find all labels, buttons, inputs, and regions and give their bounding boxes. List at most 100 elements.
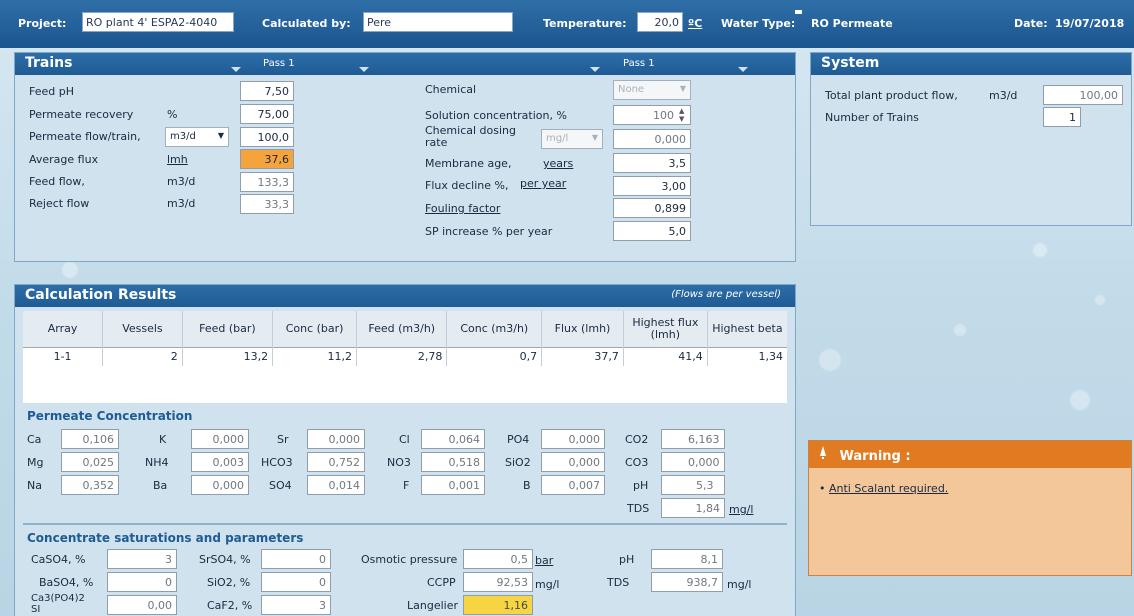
table-header-row: Array Vessels Feed (bar) Conc (bar) Feed…: [23, 311, 787, 347]
permeate-flow-label: Permeate flow/train,: [29, 130, 141, 143]
fouling-factor-input[interactable]: 0,899: [613, 198, 691, 218]
temperature-label: Temperature:: [543, 17, 627, 30]
section-divider: [23, 523, 787, 525]
warning-message-link[interactable]: Anti Scalant required.: [829, 482, 948, 495]
permeate-recovery-input[interactable]: 75,00: [240, 104, 294, 124]
srso4-label: SrSO4, %: [199, 553, 251, 566]
results-header: Calculation Results (Flows are per vesse…: [15, 285, 795, 307]
spinner-icon[interactable]: ▲ ▼: [679, 107, 684, 123]
ion-value-na: 0,352: [61, 475, 119, 495]
caso4-value: 3: [107, 549, 177, 569]
concentrate-ph-value: 8,1: [651, 549, 723, 569]
flux-decline-input[interactable]: 3,00: [613, 176, 691, 196]
permeate-flow-input[interactable]: 100,0: [240, 127, 294, 147]
ion-label-nh4: NH4: [145, 456, 169, 469]
flux-decline-unit-link[interactable]: per year: [520, 177, 566, 190]
feed-flow-value: 133,3: [240, 172, 294, 192]
sp-increase-input[interactable]: 5,0: [613, 221, 691, 241]
permeate-flow-unit-select[interactable]: m3/d ▼: [165, 127, 229, 147]
temperature-input[interactable]: [637, 12, 683, 32]
table-cell: 37,7: [541, 346, 624, 366]
ion-value-f: 0,001: [421, 475, 485, 495]
column-header: Conc (m3/h): [446, 311, 543, 347]
number-of-trains-input[interactable]: 1: [1043, 107, 1081, 127]
table-row: 1-1 2 13,2 11,2 2,78 0,7 37,7 41,4 1,34: [23, 346, 787, 366]
srso4-value: 0: [261, 549, 331, 569]
caso4-label: CaSO4, %: [31, 553, 86, 566]
reject-flow-value: 33,3: [240, 194, 294, 214]
sio2-label: SiO2, %: [207, 576, 251, 589]
membrane-age-unit-link[interactable]: years: [543, 157, 573, 170]
trains-title: Trains: [25, 55, 73, 71]
dropdown-arrow-icon: ▼: [679, 84, 686, 93]
water-type-value[interactable]: RO Permeate: [811, 17, 893, 30]
trains-panel: Trains Pass 1 Pass 1 Feed pH 7,50 Permea…: [14, 52, 796, 262]
fouling-factor-link[interactable]: Fouling factor: [425, 202, 500, 215]
results-panel: Calculation Results (Flows are per vesse…: [14, 284, 796, 616]
dropdown-arrow-icon: ▼: [217, 131, 224, 140]
concentrate-tds-value: 938,7: [651, 572, 723, 592]
ion-label-so4: SO4: [269, 479, 292, 492]
trains-header: Trains Pass 1 Pass 1: [15, 53, 795, 75]
ccpp-label: CCPP: [427, 576, 456, 589]
ca3po4-value: 0,00: [107, 595, 177, 615]
column-header: Vessels: [102, 311, 183, 347]
calculated-by-input[interactable]: [363, 12, 513, 32]
permeate-tds-unit-link[interactable]: mg/l: [729, 503, 753, 516]
ion-value-nh4: 0,003: [191, 452, 249, 472]
ion-value-cl: 0,064: [421, 429, 485, 449]
column-header: Array: [23, 311, 104, 347]
project-name-input[interactable]: [82, 12, 234, 32]
sio2-value: 0: [261, 572, 331, 592]
ion-value-so4: 0,014: [307, 475, 365, 495]
column-header: Flux (lmh): [541, 311, 624, 347]
chemical-select[interactable]: None ▼: [613, 80, 691, 100]
ion-label-hco3: HCO3: [261, 456, 293, 469]
ion-value-sr: 0,000: [307, 429, 365, 449]
warning-bullet: •: [819, 482, 829, 495]
dosing-unit-select[interactable]: mg/l ▼: [541, 129, 603, 149]
pass-label-right: Pass 1: [623, 58, 655, 69]
feed-ph-label: Feed pH: [29, 85, 74, 98]
ion-value-k: 0,000: [191, 429, 249, 449]
table-cell: 11,2: [272, 346, 358, 366]
ion-label-ba: Ba: [153, 479, 168, 492]
average-flux-unit-link[interactable]: lmh: [167, 153, 188, 166]
feed-flow-label: Feed flow,: [29, 175, 85, 188]
column-header: Highest beta: [707, 311, 787, 347]
concentrate-tds-label: TDS: [607, 576, 630, 589]
flows-note: (Flows are per vessel): [671, 289, 781, 300]
warning-icon: [819, 446, 829, 464]
warning-panel: Warning : • Anti Scalant required.: [808, 440, 1132, 576]
water-type-label: Water Type:: [721, 17, 796, 30]
chemical-dosing-input[interactable]: 0,000: [613, 129, 691, 149]
concentrate-tds-unit: mg/l: [727, 578, 752, 591]
permeate-section-title: Permeate Concentration: [27, 409, 193, 423]
permeate-flow-unit: m3/d: [170, 131, 196, 142]
average-flux-value: 37,6: [240, 149, 294, 169]
osmotic-pressure-label: Osmotic pressure: [361, 553, 458, 566]
results-title: Calculation Results: [25, 287, 177, 303]
system-header: System: [811, 53, 1131, 75]
osmotic-pressure-value: 0,5: [463, 549, 533, 569]
solution-concentration-label: Solution concentration, %: [425, 109, 567, 122]
ion-value-co3: 0,000: [661, 452, 725, 472]
ion-value-co2: 6,163: [661, 429, 725, 449]
ion-label-co3: CO3: [625, 456, 649, 469]
table-cell: 13,2: [182, 346, 274, 366]
temperature-unit-link[interactable]: ºC: [688, 17, 702, 30]
chemical-value: None: [618, 84, 645, 95]
feed-ph-input[interactable]: 7,50: [240, 81, 294, 101]
ion-value-ca: 0,106: [61, 429, 119, 449]
number-of-trains-label: Number of Trains: [825, 111, 919, 124]
ion-value-ba: 0,000: [191, 475, 249, 495]
caf2-label: CaF2, %: [207, 599, 253, 612]
membrane-age-input[interactable]: 3,5: [613, 153, 691, 173]
feed-flow-unit: m3/d: [167, 175, 196, 188]
osmotic-unit-link[interactable]: bar: [535, 554, 553, 567]
permeate-tds-value: 1,84: [661, 498, 725, 518]
ion-value-sio2: 0,000: [541, 452, 605, 472]
column-header: Conc (bar): [272, 311, 358, 347]
permeate-recovery-unit: %: [167, 108, 178, 121]
permeate-recovery-label: Permeate recovery: [29, 108, 134, 121]
